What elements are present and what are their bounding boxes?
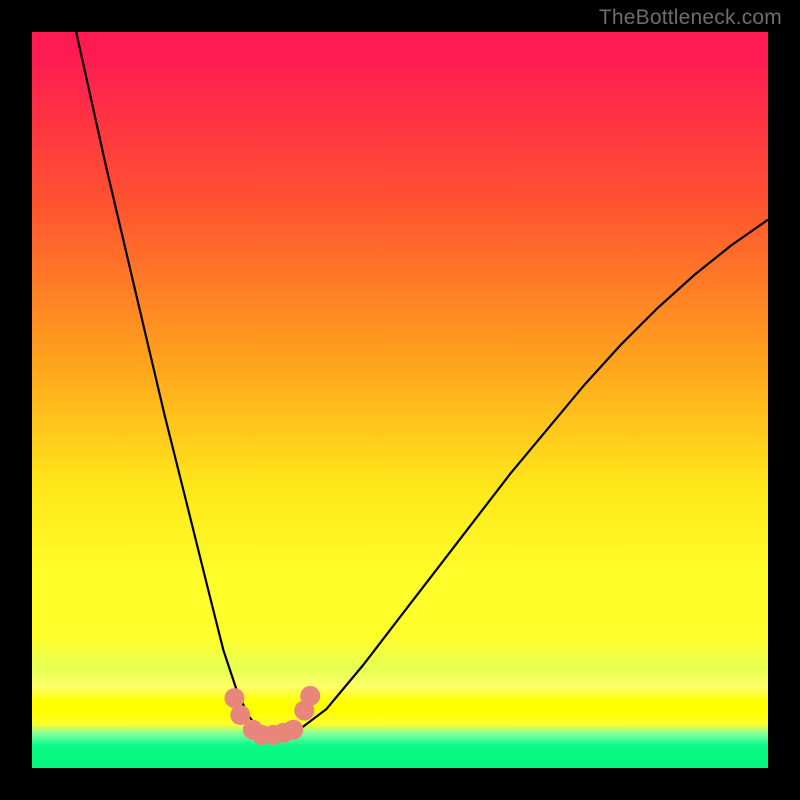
plot-area xyxy=(32,32,768,768)
marker-group xyxy=(224,686,320,745)
credit-label: TheBottleneck.com xyxy=(599,6,782,30)
bottleneck-curve xyxy=(76,32,768,735)
marker-right-cluster-top xyxy=(300,686,320,706)
marker-bottom-e xyxy=(283,720,303,740)
chart-outer: TheBottleneck.com xyxy=(0,0,800,800)
curve-layer xyxy=(32,32,768,768)
